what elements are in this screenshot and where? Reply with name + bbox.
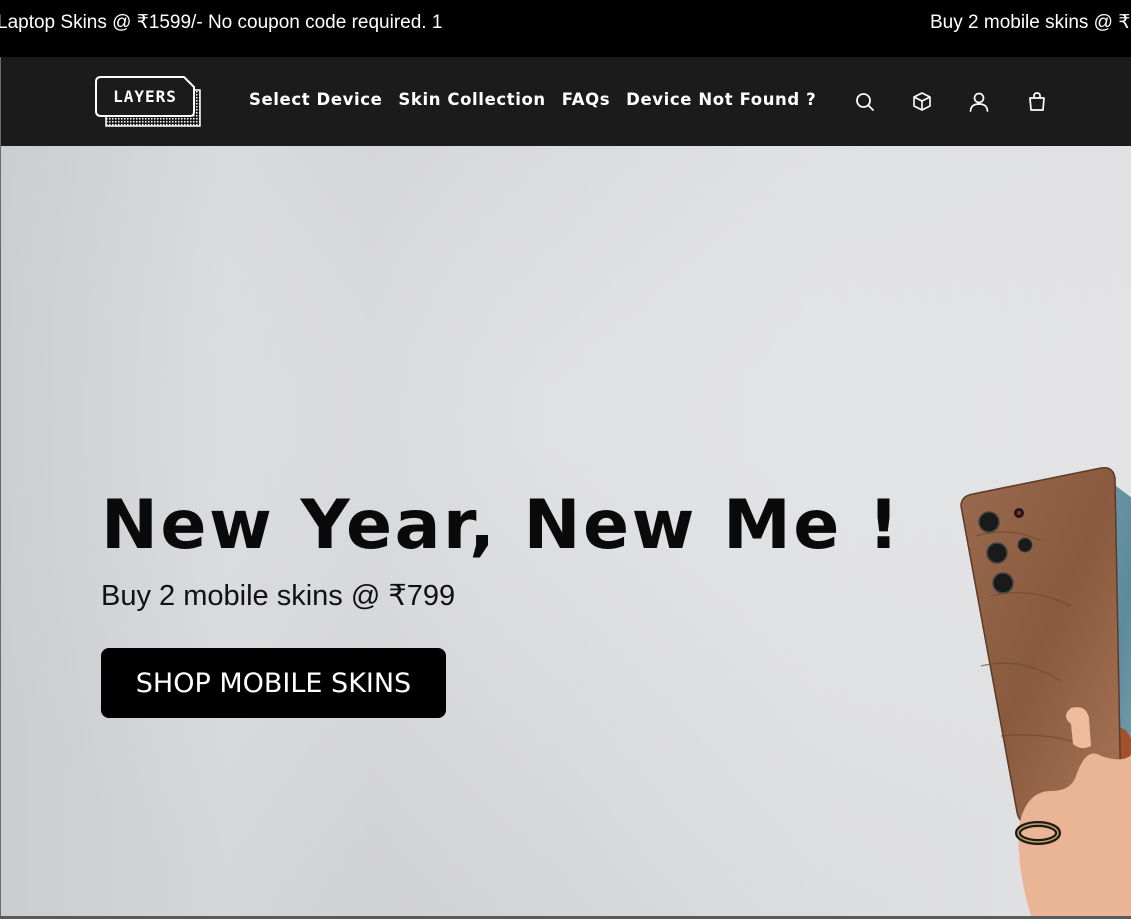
nav-device-not-found[interactable]: Device Not Found ? [626,90,816,109]
hero-product-image [960,466,1131,916]
nav-select-device[interactable]: Select Device [249,90,382,109]
announcement-message: Laptop Skins @ ₹1599/- No coupon code re… [0,12,443,33]
cart-icon[interactable] [1025,90,1049,114]
hero-subtitle: Buy 2 mobile skins @ ₹799 [101,580,456,612]
nav-skin-collection[interactable]: Skin Collection [398,90,545,109]
box-icon[interactable] [910,90,934,114]
announcement-bar: Laptop Skins @ ₹1599/- No coupon code re… [0,0,1131,57]
hero-banner: New Year, New Me ! Buy 2 mobile skins @ … [1,146,1131,916]
site-header: LAYERS Select Device Skin Collection FAQ… [0,57,1131,146]
nav-faqs[interactable]: FAQs [562,90,610,109]
shop-mobile-skins-button[interactable]: SHOP MOBILE SKINS [101,648,446,718]
hero-title: New Year, New Me ! [101,486,902,565]
account-icon[interactable] [967,90,991,114]
viewport-left-border [0,57,1,919]
announcement-message: Buy 2 mobile skins @ ₹ [930,12,1131,33]
layers-logo[interactable]: LAYERS [94,76,206,128]
main-nav: Select Device Skin Collection FAQs Devic… [249,90,816,109]
search-icon[interactable] [853,90,877,114]
logo-wordmark: LAYERS [113,87,177,106]
